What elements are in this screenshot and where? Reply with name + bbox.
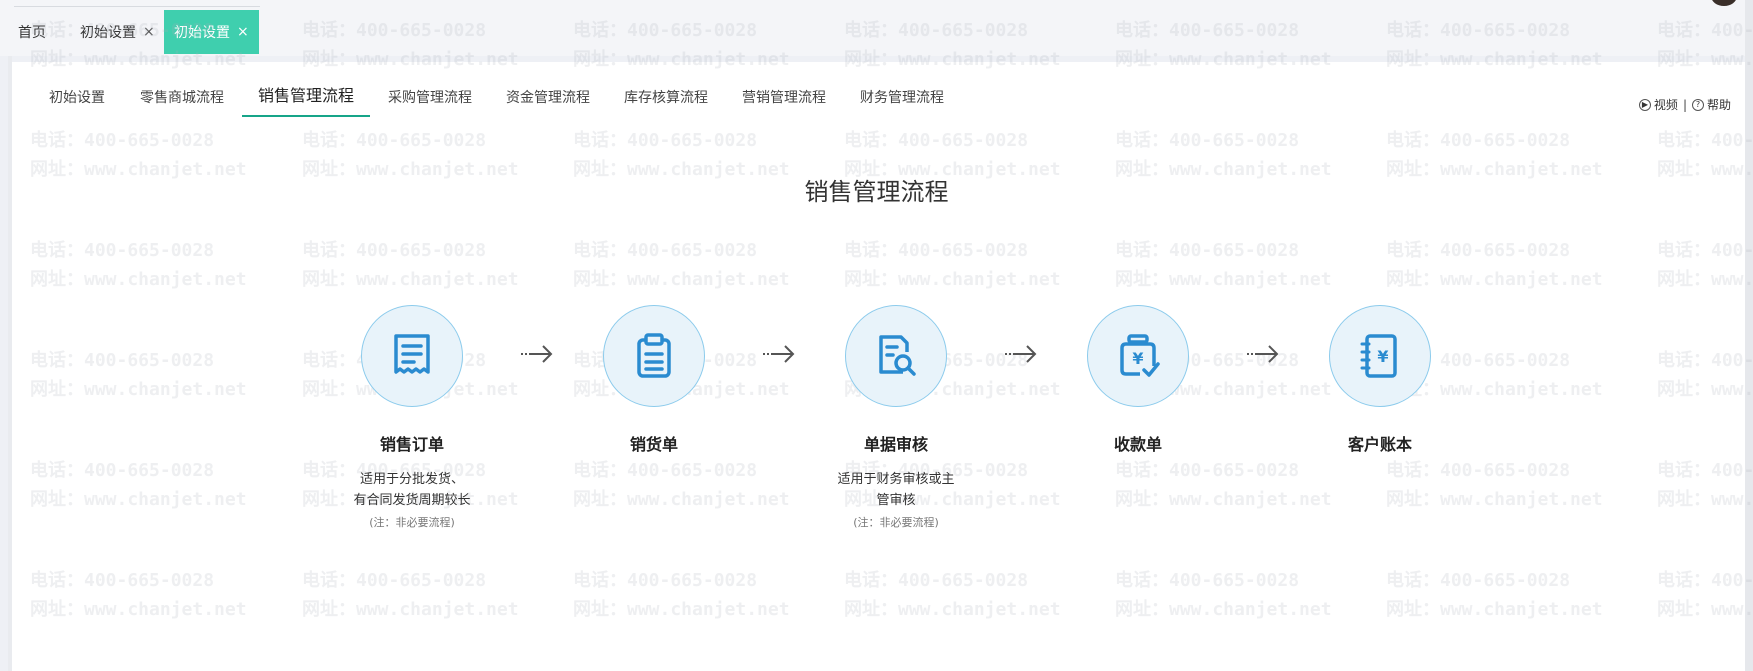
top-tab-bar: 首页 初始设置 × 初始设置 × [0, 0, 1753, 56]
step-desc-line: 管审核 [876, 493, 916, 508]
video-link[interactable]: 视频 [1654, 96, 1678, 113]
help-links: ▶ 视频 | ? 帮助 [1638, 96, 1731, 113]
subtab-purchase[interactable]: 采购管理流程 [388, 88, 472, 126]
step-name: 销售订单 [379, 435, 444, 454]
ledger-icon: ¥ [1360, 334, 1397, 378]
flow-step-receipt[interactable]: ¥ 收款单 [1028, 305, 1248, 455]
money-bag-icon: ¥ [1120, 334, 1160, 377]
tab-initial-settings-active[interactable]: 初始设置 × [164, 10, 259, 54]
clipboard-icon [637, 333, 671, 378]
receipt-icon [394, 334, 430, 374]
flow-title: 销售管理流程 [804, 178, 949, 206]
tab-label: 首页 [18, 25, 46, 41]
step-description: 适用于分批发货、 有合同发货周期较长 [302, 469, 522, 511]
step-name: 销货单 [629, 435, 678, 454]
divider [14, 6, 260, 7]
tab-label: 初始设置 [174, 25, 230, 41]
step-desc-line: 适用于分批发货、 [359, 472, 464, 487]
flow-step-sales-order[interactable]: 销售订单 适用于分批发货、 有合同发货周期较长 (注：非必要流程) [302, 305, 522, 530]
separator: | [1682, 97, 1687, 112]
step-name: 客户账本 [1347, 435, 1412, 454]
avatar[interactable] [1711, 0, 1737, 6]
subtab-sales-management[interactable]: 销售管理流程 [258, 86, 354, 124]
step-circle[interactable] [603, 305, 705, 407]
step-circle[interactable] [845, 305, 947, 407]
step-note: (注：非必要流程) [369, 516, 455, 529]
tab-initial-settings[interactable]: 初始设置 × [80, 10, 155, 54]
subtab-marketing[interactable]: 营销管理流程 [742, 88, 826, 126]
flow-step-document-review[interactable]: 单据审核 适用于财务审核或主 管审核 (注：非必要流程) [786, 305, 1006, 530]
help-icon: ? [1691, 98, 1704, 111]
tab-home[interactable]: 首页 [18, 10, 46, 54]
help-link[interactable]: 帮助 [1707, 96, 1731, 113]
subtab-retail-mall[interactable]: 零售商城流程 [140, 88, 224, 126]
tab-label: 初始设置 [80, 25, 136, 41]
app-root: 首页 初始设置 × 初始设置 × 电话：400-665-0028 网址：www.c… [0, 0, 1753, 671]
scrollbar[interactable] [1745, 0, 1753, 671]
subtab-initial-settings[interactable]: 初始设置 [49, 88, 105, 126]
subtab-finance[interactable]: 财务管理流程 [860, 88, 944, 126]
play-icon: ▶ [1638, 98, 1651, 111]
step-desc-line: 适用于财务审核或主 [837, 472, 955, 487]
step-circle[interactable]: ¥ [1087, 305, 1189, 407]
flow-step-customer-ledger[interactable]: ¥ 客户账本 [1270, 305, 1490, 455]
step-description: 适用于财务审核或主 管审核 [786, 469, 1006, 511]
step-desc-line: 有合同发货周期较长 [353, 493, 471, 508]
subtab-inventory[interactable]: 库存核算流程 [624, 88, 708, 126]
step-name: 收款单 [1113, 435, 1162, 454]
step-name: 单据审核 [863, 435, 928, 454]
close-icon[interactable]: × [143, 24, 155, 40]
active-tab-underline [242, 115, 370, 117]
step-note: (注：非必要流程) [853, 516, 939, 529]
step-circle[interactable] [361, 305, 463, 407]
close-icon[interactable]: × [237, 24, 249, 40]
flow-step-sales-delivery[interactable]: 销货单 [544, 305, 764, 455]
document-search-icon [879, 335, 916, 376]
subtab-funds[interactable]: 资金管理流程 [506, 88, 590, 126]
svg-text:¥: ¥ [1132, 349, 1143, 368]
step-circle[interactable]: ¥ [1329, 305, 1431, 407]
svg-text:¥: ¥ [1377, 347, 1388, 366]
